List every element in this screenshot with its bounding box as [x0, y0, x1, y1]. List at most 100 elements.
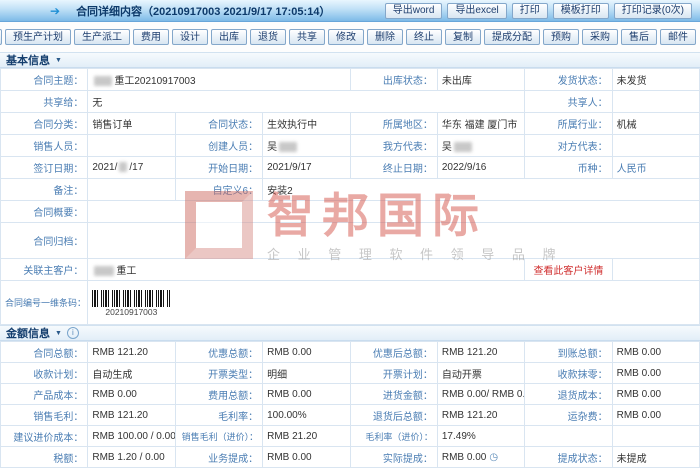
- toolbar-button-commission-allocate[interactable]: 提成分配: [484, 29, 540, 45]
- amount-field-value: RMB 0.00: [612, 405, 699, 426]
- basic-field-label: 合同分类：: [1, 113, 88, 135]
- basic-field-label: 对方代表：: [525, 135, 612, 157]
- basic-field-label-text: 合同状态：: [208, 120, 258, 131]
- amount-field-label-text: 开票类型：: [208, 370, 258, 381]
- export-button-print[interactable]: 打印: [512, 3, 548, 19]
- section-title-basic: 基本信息: [6, 52, 50, 68]
- amount-field-value-text: 17.49%: [442, 431, 476, 442]
- toolbar-button-production-dispatch[interactable]: 生产派工: [74, 29, 130, 45]
- section-header-basic[interactable]: 基本信息 ▼: [0, 52, 700, 68]
- amount-field-value: RMB 121.20: [88, 342, 175, 363]
- action-toolbar: 通知关联客户关联父合同洽谈进展预生产计划生产派工费用设计出库退货共享修改删除终止…: [0, 22, 700, 52]
- amount-field-label: 优惠后总额：: [350, 342, 437, 363]
- amount-field-value: RMB 0.00: [612, 342, 699, 363]
- amount-field-label: 收款计划：: [1, 363, 88, 384]
- basic-field-value-text: 未出库: [442, 76, 472, 87]
- toolbar-button-mail[interactable]: 邮件: [660, 29, 696, 45]
- amount-field-value: RMB 0.00: [263, 342, 350, 363]
- basic-field-value: [612, 135, 699, 157]
- toolbar-button-pre-purchase[interactable]: 预购: [543, 29, 579, 45]
- basic-field-value: 重工: [88, 259, 525, 281]
- toolbar-button-negotiation-progress[interactable]: 洽谈进展: [0, 29, 2, 45]
- toolbar-button-pre-production-plan[interactable]: 预生产计划: [5, 29, 71, 45]
- amount-field-label-text: 退货成本：: [558, 391, 608, 402]
- amount-field-label-text: 业务提成：: [208, 454, 258, 465]
- toolbar-button-expense[interactable]: 费用: [133, 29, 169, 45]
- amount-field-label: 税额：: [1, 447, 88, 468]
- toolbar-button-terminate[interactable]: 终止: [406, 29, 442, 45]
- basic-field-label: 关联主客户：: [1, 259, 88, 281]
- amount-field-value-text: RMB 0.00: [267, 452, 311, 463]
- info-icon[interactable]: i: [67, 327, 79, 339]
- basic-field-label-text: 所属地区：: [383, 120, 433, 131]
- basic-info-table: 合同主题：重工20210917003出库状态：未出库发货状态：未发货共享给：无共…: [0, 68, 700, 325]
- basic-field-label-text: 合同归档：: [33, 237, 83, 248]
- toolbar-button-outbound[interactable]: 出库: [211, 29, 247, 45]
- basic-field-label: 销售人员：: [1, 135, 88, 157]
- amount-field-value-text: 自动开票: [442, 370, 482, 381]
- basic-field-label: 开始日期：: [175, 157, 262, 179]
- basic-field-label-text: 关联主客户：: [23, 266, 83, 277]
- amount-field-label: 退货成本：: [525, 384, 612, 405]
- view-customer-detail-link[interactable]: 查看此客户详情: [525, 259, 612, 281]
- basic-field-value: 生效执行中: [263, 113, 350, 135]
- amount-field-label: 优惠总额：: [175, 342, 262, 363]
- toolbar-button-modify[interactable]: 修改: [328, 29, 364, 45]
- export-button-template-print[interactable]: 模板打印: [553, 3, 609, 19]
- amount-field-label-text: 毛利率（进价）：: [365, 432, 433, 442]
- basic-field-label: 终止日期：: [350, 157, 437, 179]
- basic-field-label-text: 共享人：: [568, 98, 608, 109]
- basic-field-value-text: 2022/9/16: [442, 162, 487, 173]
- chevron-down-icon[interactable]: ▼: [55, 330, 62, 337]
- export-button-export-excel[interactable]: 导出excel: [447, 3, 506, 19]
- amount-field-value-text: RMB 0.00: [267, 347, 311, 358]
- amount-field-label: 建议进价成本：: [1, 426, 88, 447]
- toolbar-button-share[interactable]: 共享: [289, 29, 325, 45]
- toolbar-button-copy[interactable]: 复制: [445, 29, 481, 45]
- amount-field-value-text: RMB 0.00: [617, 347, 661, 358]
- toolbar-button-purchase[interactable]: 采购: [582, 29, 618, 45]
- export-button-export-word[interactable]: 导出word: [385, 3, 443, 19]
- amount-field-label: 业务提成：: [175, 447, 262, 468]
- amount-field-value-text: RMB 121.20: [92, 410, 148, 421]
- amount-field-value: RMB 121.20: [88, 405, 175, 426]
- toolbar-button-return-goods[interactable]: 退货: [250, 29, 286, 45]
- chevron-down-icon[interactable]: ▼: [55, 57, 62, 64]
- section-header-amount[interactable]: 金额信息 ▼ i: [0, 325, 700, 341]
- basic-field-label-text: 币种：: [578, 164, 608, 175]
- amount-field-label-text: 建议进价成本：: [13, 433, 83, 444]
- basic-field-label: 合同概要：: [1, 201, 88, 223]
- amount-field-value: 100.00%: [263, 405, 350, 426]
- toolbar-button-delete[interactable]: 删除: [367, 29, 403, 45]
- amount-field-label-text: 收款抹零：: [558, 370, 608, 381]
- clock-icon[interactable]: ◷: [489, 452, 498, 463]
- amount-field-label: 毛利率（进价）：: [350, 426, 437, 447]
- amount-field-label-text: 销售毛利：: [33, 412, 83, 423]
- basic-field-label-text: 发货状态：: [558, 76, 608, 87]
- amount-field-label: 到账总额：: [525, 342, 612, 363]
- basic-field-label: 合同编号一维条码：: [1, 281, 88, 325]
- section-title-amount: 金额信息: [6, 325, 50, 341]
- export-button-print-record[interactable]: 打印记录(0次): [614, 3, 692, 19]
- amount-field-value-text: RMB 0.00/ RMB 0.00: [442, 389, 525, 400]
- basic-field-label: 合同状态：: [175, 113, 262, 135]
- toolbar-button-after-sales[interactable]: 售后: [621, 29, 657, 45]
- basic-field-label: 所属地区：: [350, 113, 437, 135]
- toolbar-button-design[interactable]: 设计: [172, 29, 208, 45]
- basic-field-label: 合同归档：: [1, 223, 88, 259]
- amount-field-label-text: 销售毛利（进价）：: [182, 432, 259, 442]
- barcode-image: [92, 290, 170, 307]
- amount-field-value: RMB 0.00: [612, 384, 699, 405]
- amount-field-value-text: RMB 1.20 / 0.00: [92, 452, 164, 463]
- amount-field-label-text: 实际提成：: [383, 454, 433, 465]
- basic-field-label-text: 签订日期：: [33, 164, 83, 175]
- amount-field-label: 费用总额：: [175, 384, 262, 405]
- basic-field-label-text: 所属行业：: [558, 120, 608, 131]
- basic-field-value: [88, 179, 175, 201]
- basic-field-value: [88, 201, 700, 223]
- currency-value-text: 人民币: [617, 164, 647, 175]
- amount-field-label-text: 优惠后总额：: [373, 349, 433, 360]
- export-toolbar: 导出word导出excel 打印模板打印打印记录(0次): [385, 3, 694, 19]
- basic-field-label: 签订日期：: [1, 157, 88, 179]
- amount-field-value-text: 明细: [267, 370, 287, 381]
